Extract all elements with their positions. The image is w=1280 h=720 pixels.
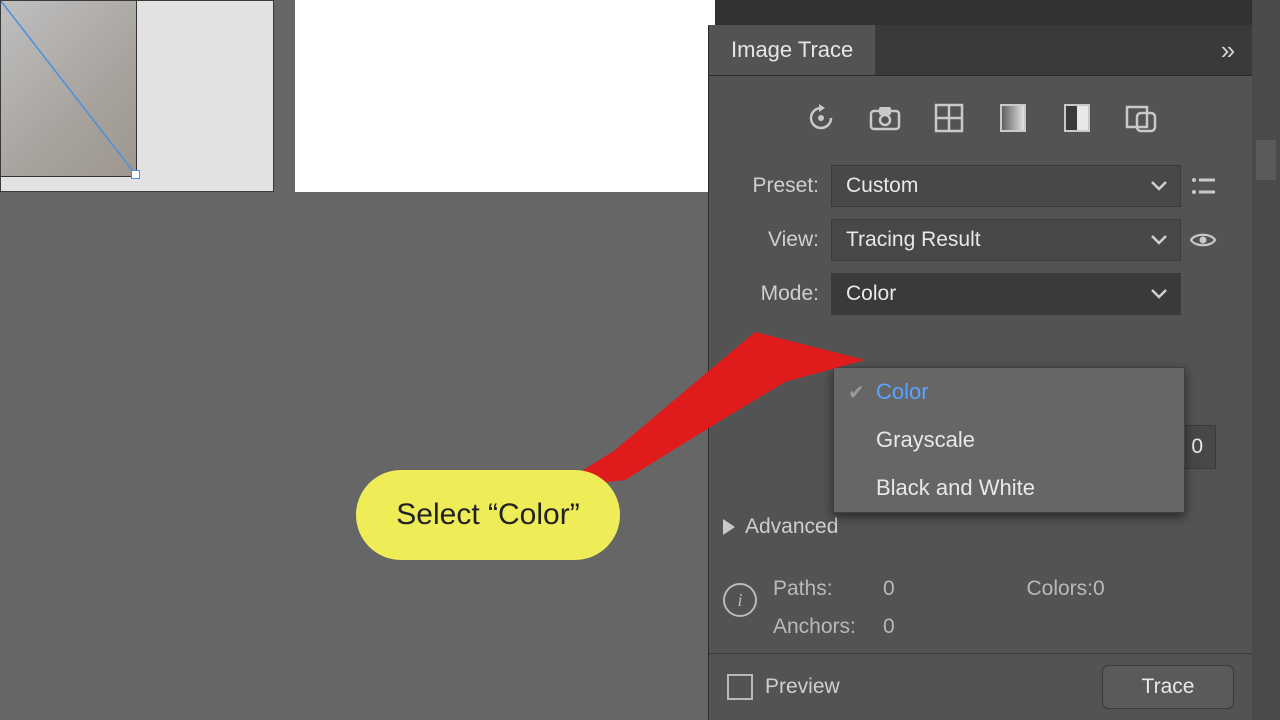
preview-toggle[interactable]: Preview: [727, 674, 840, 700]
mode-dropdown-menu: ✔ Color Grayscale Black and White: [833, 367, 1185, 513]
colors-value: 0: [1093, 577, 1133, 601]
panel-tab-row: Image Trace »: [709, 25, 1252, 76]
mode-dropdown[interactable]: Color: [831, 273, 1181, 315]
info-icon: i: [723, 583, 757, 617]
tab-spacer: [875, 25, 1204, 75]
view-row: View: Tracing Result: [709, 216, 1252, 264]
callout-text: Select “Color”: [396, 498, 579, 532]
chevron-down-icon: [1150, 174, 1168, 198]
panel-collapse-button[interactable]: »: [1204, 25, 1252, 75]
preset-outline-icon[interactable]: [1124, 101, 1158, 135]
panel-dock-bg: [708, 0, 1280, 25]
mode-option-bw[interactable]: Black and White: [834, 464, 1184, 512]
mode-label: Mode:: [709, 282, 831, 306]
preset-menu-button[interactable]: [1181, 176, 1225, 196]
view-visibility-button[interactable]: [1181, 231, 1225, 249]
advanced-label: Advanced: [745, 515, 838, 539]
mode-option-label: Grayscale: [876, 427, 975, 453]
right-dock-bar: [1251, 0, 1280, 720]
colors-label: Colors:: [963, 577, 1093, 601]
preset-row: Preset: Custom: [709, 162, 1252, 210]
paths-label: Paths:: [773, 577, 883, 601]
view-value: Tracing Result: [846, 228, 981, 252]
preset-grayscale-icon[interactable]: [996, 101, 1030, 135]
panel-footer: Preview Trace: [709, 653, 1252, 720]
panel-tab-image-trace[interactable]: Image Trace: [709, 25, 875, 75]
preview-checkbox[interactable]: [727, 674, 753, 700]
selection-handle[interactable]: [131, 170, 140, 179]
anchors-value: 0: [883, 615, 963, 639]
mode-value: Color: [846, 282, 896, 306]
chevron-down-icon: [1150, 228, 1168, 252]
mode-option-grayscale[interactable]: Grayscale: [834, 416, 1184, 464]
trace-stats: i Paths: 0 Colors: 0 Anchors: 0: [723, 577, 1222, 639]
preset-label: Preset:: [709, 174, 831, 198]
preset-bw-icon[interactable]: [1060, 101, 1094, 135]
app-stage: Image Trace »: [0, 0, 1280, 720]
mode-option-color[interactable]: ✔ Color: [834, 368, 1184, 416]
dock-indicator: [1256, 140, 1276, 180]
paths-value: 0: [883, 577, 963, 601]
trace-button[interactable]: Trace: [1102, 665, 1234, 709]
disclosure-triangle-icon: [723, 519, 735, 535]
preset-dropdown[interactable]: Custom: [831, 165, 1181, 207]
preset-high-fidelity-icon[interactable]: [868, 101, 902, 135]
colors-numeric-value: 0: [1191, 435, 1203, 459]
view-label: View:: [709, 228, 831, 252]
preset-low-fidelity-icon[interactable]: [932, 101, 966, 135]
advanced-toggle[interactable]: Advanced: [723, 515, 838, 539]
preview-label: Preview: [765, 675, 840, 699]
mode-row: Mode: Color: [709, 270, 1252, 318]
mode-option-label: Black and White: [876, 475, 1035, 501]
placed-image[interactable]: [1, 1, 137, 177]
canvas-selection[interactable]: [0, 0, 274, 192]
view-dropdown[interactable]: Tracing Result: [831, 219, 1181, 261]
preset-icon-row: [709, 76, 1252, 160]
artboard: [295, 0, 715, 192]
mode-option-label: Color: [876, 379, 929, 405]
anchors-label: Anchors:: [773, 615, 883, 639]
preset-value: Custom: [846, 174, 918, 198]
annotation-arrow: [555, 320, 865, 490]
chevron-down-icon: [1150, 282, 1168, 306]
annotation-callout: Select “Color”: [356, 470, 620, 560]
preset-auto-icon[interactable]: [804, 101, 838, 135]
